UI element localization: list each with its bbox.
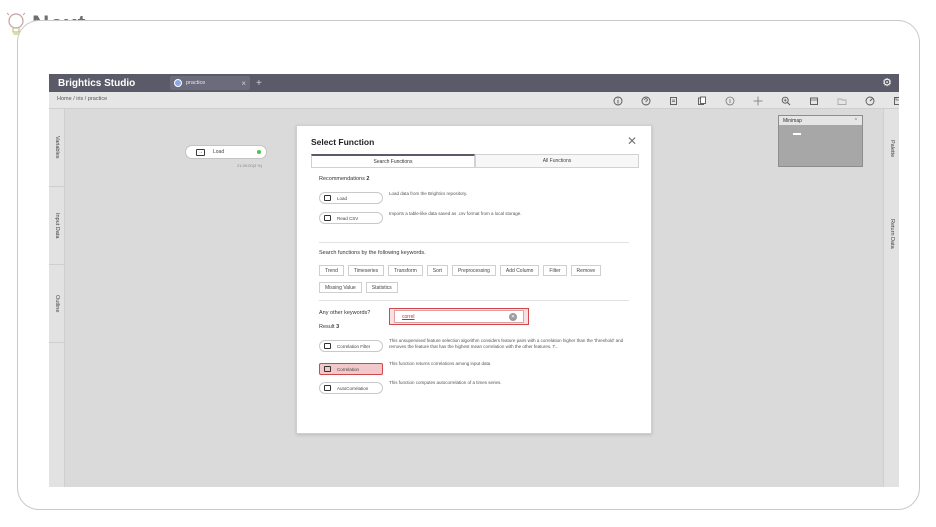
history-icon[interactable]: [856, 94, 884, 107]
minimap-title: Minimap: [783, 117, 802, 124]
new-icon[interactable]: [800, 94, 828, 107]
close-icon[interactable]: ✕: [627, 134, 637, 148]
tab-label: practice: [186, 80, 206, 86]
toolbar: Home / iris / practice: [49, 92, 899, 109]
clear-icon[interactable]: ✕: [509, 313, 517, 321]
minimap[interactable]: Minimap ⌃: [778, 115, 863, 167]
step-icon[interactable]: [716, 94, 744, 107]
result-count: 3: [336, 324, 340, 330]
project-icon: [174, 79, 182, 87]
page: Next Brightics Studio practice × + ⚙ Hom…: [0, 0, 936, 527]
keywords-label: Search functions by the following keywor…: [319, 250, 426, 256]
divider: [319, 242, 629, 243]
outline-label: Outline: [54, 294, 60, 313]
autocorrelation-icon: [324, 385, 331, 391]
select-function-dialog: Select Function ✕ Search Functions All F…: [296, 125, 652, 434]
function-name: Load: [337, 195, 348, 201]
right-sidebar: Palette Return Data: [883, 109, 899, 487]
function-read-csv-button[interactable]: Read CSV: [319, 212, 383, 224]
gear-icon[interactable]: ⚙: [881, 77, 893, 89]
load-icon: [324, 195, 331, 201]
function-load-button[interactable]: Load: [319, 192, 383, 204]
node-timestamp: 21:39:00(3 %): [237, 163, 263, 168]
function-correlation-button[interactable]: Correlation: [319, 363, 383, 375]
function-autocorrelation-button[interactable]: AutoCorrelation: [319, 382, 383, 394]
folder-icon[interactable]: [828, 94, 856, 107]
keyword-row-1: Trend Timeseries Transform Sort Preproce…: [319, 265, 602, 276]
dialog-title: Select Function: [311, 137, 375, 147]
sidebar-item-variables[interactable]: Variables: [49, 109, 65, 187]
divider: [319, 300, 629, 301]
minimap-header: Minimap ⌃: [779, 116, 862, 125]
function-description: This unsupervised feature selection algo…: [389, 338, 624, 349]
keyword-chip[interactable]: Add Column: [499, 265, 540, 276]
function-description: This function returns correlations among…: [389, 361, 491, 366]
help-icon[interactable]: [632, 94, 660, 107]
keyword-chip[interactable]: Preprocessing: [451, 265, 496, 276]
status-dot: [257, 150, 261, 154]
node-label: Load: [213, 149, 225, 155]
tab-search-functions[interactable]: Search Functions: [311, 154, 475, 167]
tab-all-functions[interactable]: All Functions: [475, 154, 639, 167]
add-tab-button[interactable]: +: [256, 78, 262, 89]
dialog-tabs: Search Functions All Functions: [311, 154, 639, 168]
function-name: Correlation: [337, 366, 360, 372]
keyword-chip[interactable]: Trend: [319, 265, 344, 276]
sidebar-item-outline[interactable]: Outline: [49, 265, 65, 343]
keyword-chip[interactable]: Statistics: [365, 282, 398, 293]
zoom-icon[interactable]: [772, 94, 800, 107]
recommendations-heading: Recommendations 2: [319, 176, 369, 182]
keyword-row-2: Missing Value Statistics: [319, 282, 398, 293]
title-bar: Brightics Studio practice × + ⚙: [49, 74, 899, 92]
function-correlation-filter-button[interactable]: Correlation Filter: [319, 340, 383, 352]
palette-label: Palette: [889, 140, 895, 158]
keyword-chip[interactable]: Timeseries: [347, 265, 385, 276]
toolbar-tools: [604, 94, 899, 107]
keyword-chip[interactable]: Filter: [543, 265, 567, 276]
keyword-chip[interactable]: Transform: [388, 265, 423, 276]
paste-icon[interactable]: [688, 94, 716, 107]
function-name: Read CSV: [337, 215, 359, 221]
correlation-icon: [324, 366, 331, 372]
input-data-label: Input Data: [54, 212, 60, 239]
breadcrumb: Home / iris / practice: [57, 96, 108, 102]
function-name: Correlation Filter: [337, 343, 371, 349]
info-icon[interactable]: [604, 94, 632, 107]
app-title: Brightics Studio: [58, 77, 136, 89]
function-description: Load data from the Brightics repository.: [389, 191, 468, 196]
left-sidebar: Variables Input Data Outline: [49, 109, 65, 487]
copy-icon[interactable]: [660, 94, 688, 107]
function-name: AutoCorrelation: [337, 385, 369, 391]
other-keywords-label: Any other keywords?: [319, 310, 371, 316]
load-node[interactable]: → Load: [185, 145, 267, 159]
save-icon[interactable]: [884, 94, 899, 107]
recommendations-label: Recommendations: [319, 176, 365, 182]
keyword-chip[interactable]: Remove: [570, 265, 602, 276]
variables-label: Variables: [54, 136, 60, 159]
minimap-node: [793, 133, 801, 135]
return-data-label: Return Data: [889, 219, 895, 249]
search-value: correl: [402, 314, 415, 320]
function-description: This function computes autocorrelation o…: [389, 380, 502, 385]
sidebar-item-palette[interactable]: Palette: [884, 119, 899, 179]
chevron-up-icon[interactable]: ⌃: [854, 118, 858, 124]
correlation-filter-icon: [324, 343, 331, 349]
result-heading: Result 3: [319, 324, 339, 330]
keyword-chip[interactable]: Sort: [426, 265, 448, 276]
tab-practice[interactable]: practice ×: [170, 76, 250, 90]
move-icon[interactable]: [744, 94, 772, 107]
function-description: Imports a table-like data saved as .csv …: [389, 211, 522, 216]
close-tab-icon[interactable]: ×: [241, 79, 246, 88]
sidebar-item-input-data[interactable]: Input Data: [49, 187, 65, 265]
result-label: Result: [319, 324, 335, 330]
read-csv-icon: [324, 215, 331, 221]
recommendations-count: 2: [366, 176, 370, 182]
load-icon: →: [196, 148, 205, 156]
keyword-chip[interactable]: Missing Value: [319, 282, 362, 293]
sidebar-item-return-data[interactable]: Return Data: [884, 199, 899, 269]
keyword-search-input[interactable]: correl ✕: [394, 310, 524, 323]
